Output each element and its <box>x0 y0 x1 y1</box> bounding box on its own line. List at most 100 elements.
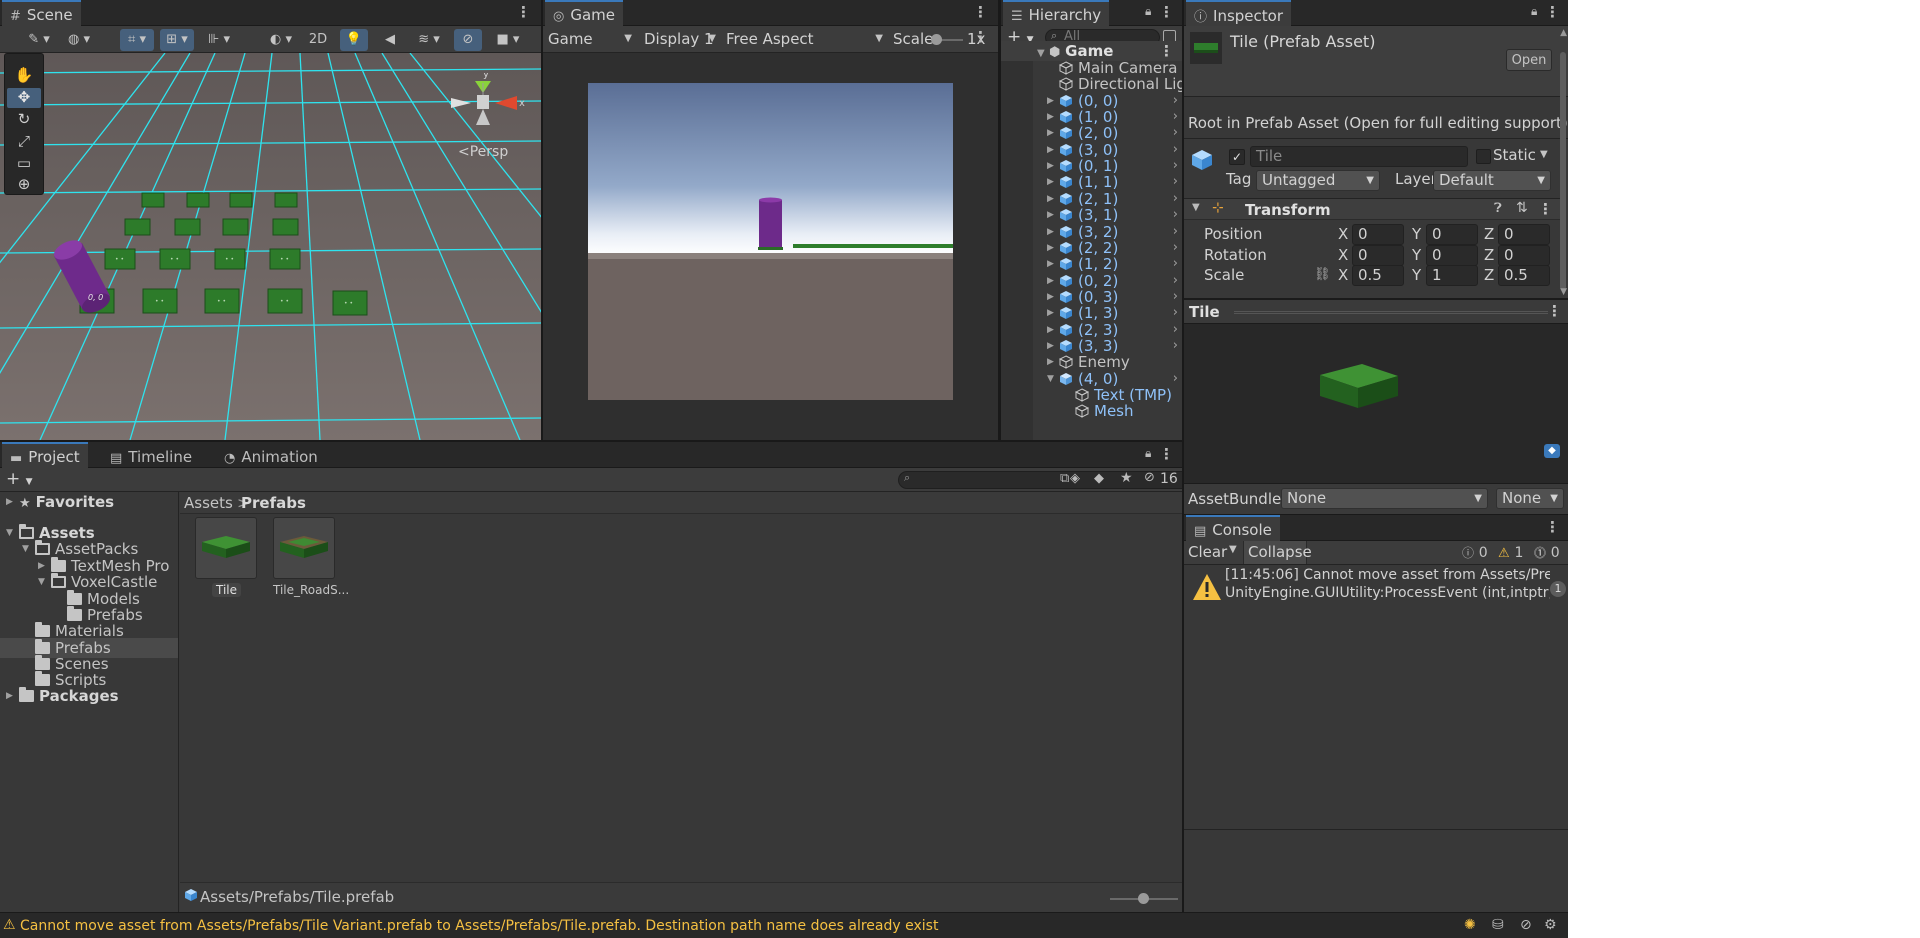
globe-icon[interactable]: ◍ ▾ <box>62 29 96 51</box>
help-icon[interactable]: ❓︎ <box>1494 201 1502 216</box>
hand-tool-icon[interactable]: ✋ <box>9 66 39 86</box>
project-menu-icon[interactable]: ⋮ <box>1159 445 1174 463</box>
folder-tree-item[interactable]: ▶ ★ Favorites <box>0 492 178 512</box>
game-render-view[interactable] <box>588 83 953 400</box>
increment-snap-icon[interactable]: ⊞ ▾ <box>160 29 194 51</box>
perspective-label[interactable]: <Persp <box>458 144 508 160</box>
move-tool-icon[interactable]: ✥ <box>7 88 41 108</box>
collapse-button[interactable]: Collapse <box>1243 541 1312 564</box>
rotate-tool-icon[interactable]: ↻ <box>9 110 39 130</box>
error-filter-button[interactable]: ⓵ 0 <box>1534 543 1568 562</box>
scene-viewport[interactable]: • • • • • • • • • • • • • • • • 0, 0 ✋ ✥ ↻ ⤢ ▭… <box>0 53 541 440</box>
active-checkbox[interactable]: ✓ <box>1229 149 1245 165</box>
breadcrumb-prefabs[interactable]: Prefabs <box>241 494 306 512</box>
constrain-proportions-icon[interactable]: ⛓ <box>1314 267 1331 282</box>
transform-tool-icon[interactable]: ⊕ <box>9 175 39 195</box>
icon-size-slider[interactable] <box>1110 893 1178 904</box>
aspect-select[interactable]: Free Aspect ▼ <box>721 29 887 50</box>
scale-x-field[interactable]: 0.5 <box>1352 265 1404 286</box>
project-search-input[interactable]: ⌕ <box>898 471 1182 489</box>
lock-icon[interactable]: 🔒︎ <box>1531 4 1542 18</box>
open-button[interactable]: Open <box>1506 49 1552 71</box>
position-z-field[interactable]: 0 <box>1498 224 1550 245</box>
tile-preview-render[interactable] <box>1184 326 1568 446</box>
inspector-menu-icon[interactable]: ⋮ <box>1545 3 1560 21</box>
project-add-button[interactable]: + ▼ <box>6 469 33 489</box>
clear-button[interactable]: Clear <box>1188 543 1227 561</box>
hidden-objects-icon[interactable]: ⊘ <box>454 29 482 51</box>
position-x-field[interactable]: 0 <box>1352 224 1404 245</box>
rotation-z-field[interactable]: 0 <box>1498 245 1550 266</box>
static-checkbox[interactable] <box>1476 149 1491 164</box>
inspector-scrollbar[interactable] <box>1560 52 1566 290</box>
hierarchy-item[interactable]: Mesh <box>1001 401 1182 421</box>
collapse-arrow-icon[interactable]: ▶ <box>6 492 13 512</box>
scale-x-axis-label[interactable]: X <box>1338 266 1348 284</box>
display-select[interactable]: Display 1 ▼ <box>639 29 720 50</box>
collapse-arrow-icon[interactable]: ▶ <box>6 686 13 706</box>
asset-item-tile[interactable]: Tile <box>195 517 259 599</box>
hidden-packages-icon[interactable]: ⊘ <box>1144 470 1155 485</box>
foldout-arrow-icon[interactable]: ▼ <box>1192 202 1200 213</box>
ruler-icon[interactable]: ⊪ ▾ <box>200 29 238 51</box>
console-detail-divider[interactable] <box>1184 829 1568 830</box>
tab-console[interactable]: ▤ Console <box>1186 515 1280 542</box>
progress-lighting-icon[interactable]: ✺ <box>1464 917 1476 933</box>
status-message[interactable]: Cannot move asset from Assets/Prefabs/Ti… <box>20 918 938 934</box>
transform-header[interactable]: ▼ ⊹ Transform ❓︎ ⇅ ⋮ <box>1184 198 1560 220</box>
lock-icon[interactable]: 🔒︎ <box>1145 446 1156 460</box>
folder-tree-item[interactable]: ▶ Packages <box>0 686 178 706</box>
preview-menu-icon[interactable]: ⋮ <box>1547 302 1562 320</box>
scale-slider[interactable] <box>931 34 963 45</box>
tab-animation[interactable]: ◔ Animation <box>216 442 326 469</box>
console-entry[interactable]: [11:45:06] Cannot move asset from Assets… <box>1184 566 1568 610</box>
lighting-icon[interactable]: 💡 <box>340 29 368 51</box>
effects-icon[interactable]: ≋ ▾ <box>410 29 448 51</box>
inspector-scroll-down-icon[interactable]: ▼ <box>1560 287 1567 297</box>
tab-timeline[interactable]: ▤ Timeline <box>102 442 200 469</box>
scale-slider-thumb[interactable] <box>931 34 942 45</box>
layer-select[interactable]: Default ▼ <box>1433 170 1551 191</box>
info-filter-button[interactable]: ⓘ 0 <box>1462 543 1496 562</box>
draw-mode-icon[interactable]: ✎ ▾ <box>22 29 56 51</box>
position-z-axis-label[interactable]: Z <box>1484 225 1494 243</box>
component-menu-icon[interactable]: ⋮ <box>1538 200 1553 218</box>
assetbundle-variant-select[interactable]: None ▼ <box>1496 488 1564 509</box>
scale-y-axis-label[interactable]: Y <box>1412 266 1421 284</box>
hierarchy-menu-icon[interactable]: ⋮ <box>1159 3 1174 21</box>
rotation-x-axis-label[interactable]: X <box>1338 246 1348 264</box>
preset-icon[interactable]: ⇅ <box>1516 200 1528 216</box>
asset-label-icon[interactable]: ◆ <box>1544 444 1560 458</box>
clear-options-icon[interactable]: ▼ <box>1229 544 1237 555</box>
camera-icon[interactable]: ■ ▾ <box>488 29 528 51</box>
rotation-y-axis-label[interactable]: Y <box>1412 246 1421 264</box>
lock-icon[interactable]: 🔒︎ <box>1145 4 1156 18</box>
tag-select[interactable]: Untagged ▼ <box>1256 170 1380 191</box>
debug-mode-icon[interactable]: ⚙ <box>1544 917 1557 933</box>
preview-drag-handle[interactable] <box>1234 311 1548 314</box>
scene-gizmo-icon[interactable]: y x <box>439 73 529 153</box>
rect-tool-icon[interactable]: ▭ <box>9 154 39 174</box>
rotation-y-field[interactable]: 0 <box>1426 245 1478 266</box>
position-y-axis-label[interactable]: Y <box>1412 225 1421 243</box>
game-toolbar-menu-icon[interactable]: ⋮ <box>973 28 988 46</box>
tab-hierarchy[interactable]: ☰ Hierarchy <box>1003 0 1110 27</box>
scene-menu-icon[interactable]: ⋮ <box>516 3 531 21</box>
scale-tool-icon[interactable]: ⤢ <box>9 132 39 152</box>
rotation-z-axis-label[interactable]: Z <box>1484 246 1494 264</box>
favorite-icon[interactable]: ★ <box>1120 470 1133 486</box>
search-by-type-icon[interactable]: ⧉ <box>1060 471 1069 486</box>
filter-by-type-icon[interactable]: ◈ <box>1070 471 1080 486</box>
inspector-scroll-up-icon[interactable]: ▲ <box>1560 28 1567 38</box>
tab-game[interactable]: ◎ Game <box>545 0 623 27</box>
console-menu-icon[interactable]: ⋮ <box>1545 518 1560 536</box>
tab-project[interactable]: ▬ Project <box>2 442 88 469</box>
rotation-x-field[interactable]: 0 <box>1352 245 1404 266</box>
position-y-field[interactable]: 0 <box>1426 224 1478 245</box>
tab-scene[interactable]: # Scene <box>2 0 81 27</box>
scale-z-field[interactable]: 0.5 <box>1498 265 1550 286</box>
grid-snap-icon[interactable]: ⌗ ▾ <box>120 29 154 51</box>
network-off-icon[interactable]: ⊘ <box>1520 917 1532 933</box>
filter-by-label-icon[interactable]: ◆ <box>1094 471 1104 486</box>
scale-z-axis-label[interactable]: Z <box>1484 266 1494 284</box>
